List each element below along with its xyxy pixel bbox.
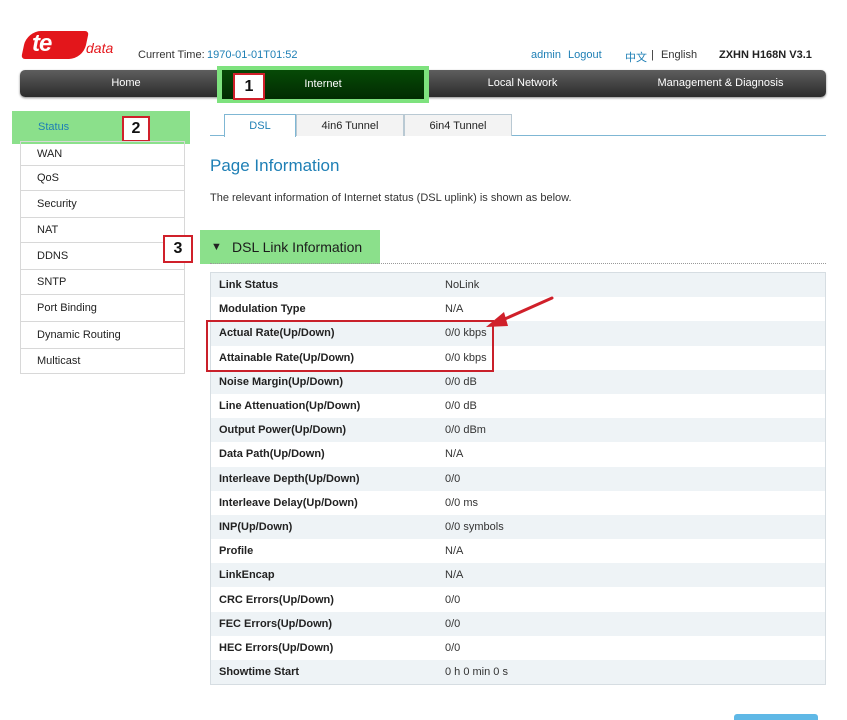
tab-6in4-tunnel[interactable]: 6in4 Tunnel bbox=[404, 114, 512, 136]
section-divider bbox=[210, 263, 826, 264]
row-value: N/A bbox=[437, 563, 826, 588]
row-label: Interleave Depth(Up/Down) bbox=[210, 466, 437, 491]
row-value: 0/0 bbox=[437, 635, 826, 660]
table-row: Line Attenuation(Up/Down) 0/0 dB bbox=[210, 393, 826, 419]
device-model: ZXHN H168N V3.1 bbox=[719, 49, 812, 61]
row-value: 0/0 bbox=[437, 587, 826, 612]
row-label: Showtime Start bbox=[210, 660, 437, 685]
annotation-badge-2: 2 bbox=[122, 116, 150, 142]
nav-management-diagnosis[interactable]: Management & Diagnosis bbox=[615, 70, 826, 97]
table-row: Profile N/A bbox=[210, 539, 826, 564]
tab-4in6-tunnel[interactable]: 4in6 Tunnel bbox=[296, 114, 404, 136]
table-row: Interleave Delay(Up/Down) 0/0 ms bbox=[210, 490, 826, 515]
annotation-badge-1: 1 bbox=[233, 73, 265, 100]
sidebar-item-sntp[interactable]: SNTP bbox=[20, 270, 185, 295]
sidebar-item-nat[interactable]: NAT bbox=[20, 218, 185, 243]
row-value: 0/0 dB bbox=[437, 393, 826, 419]
table-row: INP(Up/Down) 0/0 symbols bbox=[210, 514, 826, 540]
sidebar-item-ddns[interactable]: DDNS bbox=[20, 243, 185, 270]
row-label: LinkEncap bbox=[210, 563, 437, 588]
table-row: FEC Errors(Up/Down) 0/0 bbox=[210, 611, 826, 636]
lang-separator: | bbox=[651, 49, 654, 61]
table-row: Data Path(Up/Down) N/A bbox=[210, 442, 826, 467]
sidebar-item-multicast[interactable]: Multicast bbox=[20, 349, 185, 374]
sidebar-item-dynamic-routing[interactable]: Dynamic Routing bbox=[20, 322, 185, 349]
table-row: Showtime Start 0 h 0 min 0 s bbox=[210, 660, 826, 685]
table-row: Interleave Depth(Up/Down) 0/0 bbox=[210, 466, 826, 491]
lang-english[interactable]: English bbox=[661, 49, 697, 61]
lang-chinese-link[interactable]: 中文 bbox=[625, 49, 647, 65]
row-label: Interleave Delay(Up/Down) bbox=[210, 490, 437, 515]
table-row: LinkEncap N/A bbox=[210, 563, 826, 588]
sidebar-menu: WAN QoS Security NAT DDNS SNTP Port Bind… bbox=[20, 141, 185, 374]
row-label: Noise Margin(Up/Down) bbox=[210, 369, 437, 394]
row-label: Modulation Type bbox=[210, 297, 437, 322]
logout-link[interactable]: Logout bbox=[568, 49, 602, 61]
nav-local-network[interactable]: Local Network bbox=[430, 70, 615, 97]
page-description: The relevant information of Internet sta… bbox=[210, 192, 572, 204]
row-value: 0/0 bbox=[437, 466, 826, 491]
row-label: Profile bbox=[210, 539, 437, 564]
row-value: N/A bbox=[437, 442, 826, 467]
sidebar-item-wan[interactable]: WAN bbox=[20, 141, 185, 166]
page-title: Page Information bbox=[210, 156, 340, 175]
apply-button[interactable] bbox=[734, 714, 818, 720]
row-value: 0/0 bbox=[437, 611, 826, 636]
table-row: CRC Errors(Up/Down) 0/0 bbox=[210, 587, 826, 612]
row-label: FEC Errors(Up/Down) bbox=[210, 611, 437, 636]
row-value: 0 h 0 min 0 s bbox=[437, 660, 826, 685]
row-value: 0/0 dBm bbox=[437, 418, 826, 443]
current-time-label: Current Time: bbox=[138, 49, 205, 61]
row-value: N/A bbox=[437, 539, 826, 564]
logo-text: te bbox=[32, 30, 52, 57]
row-value: 0/0 ms bbox=[437, 490, 826, 515]
row-label: CRC Errors(Up/Down) bbox=[210, 587, 437, 612]
row-label: Link Status bbox=[210, 272, 437, 298]
row-label: HEC Errors(Up/Down) bbox=[210, 635, 437, 660]
collapse-caret-icon[interactable]: ▼ bbox=[211, 241, 222, 253]
rate-highlight-box bbox=[206, 320, 494, 372]
table-row: Noise Margin(Up/Down) 0/0 dB bbox=[210, 369, 826, 394]
sidebar-item-status[interactable]: Status bbox=[38, 121, 69, 133]
table-row: Output Power(Up/Down) 0/0 dBm bbox=[210, 418, 826, 443]
sidebar-item-port-binding[interactable]: Port Binding bbox=[20, 295, 185, 322]
table-row: HEC Errors(Up/Down) 0/0 bbox=[210, 635, 826, 660]
nav-home[interactable]: Home bbox=[20, 70, 232, 97]
row-value: 0/0 dB bbox=[437, 369, 826, 394]
section-title[interactable]: DSL Link Information bbox=[232, 239, 362, 255]
row-label: Output Power(Up/Down) bbox=[210, 418, 437, 443]
sidebar-item-qos[interactable]: QoS bbox=[20, 166, 185, 191]
logo-suffix: data bbox=[86, 40, 114, 56]
annotation-badge-3: 3 bbox=[163, 235, 193, 263]
row-label: Line Attenuation(Up/Down) bbox=[210, 393, 437, 419]
row-value: 0/0 symbols bbox=[437, 514, 826, 540]
sidebar-item-security[interactable]: Security bbox=[20, 191, 185, 218]
row-value: 0/0 kbps bbox=[437, 345, 826, 370]
current-time-value: 1970-01-01T01:52 bbox=[207, 49, 298, 61]
tab-dsl[interactable]: DSL bbox=[224, 114, 296, 137]
row-label: INP(Up/Down) bbox=[210, 514, 437, 540]
user-link[interactable]: admin bbox=[531, 49, 561, 61]
annotation-arrow-icon bbox=[486, 296, 554, 327]
row-label: Data Path(Up/Down) bbox=[210, 442, 437, 467]
